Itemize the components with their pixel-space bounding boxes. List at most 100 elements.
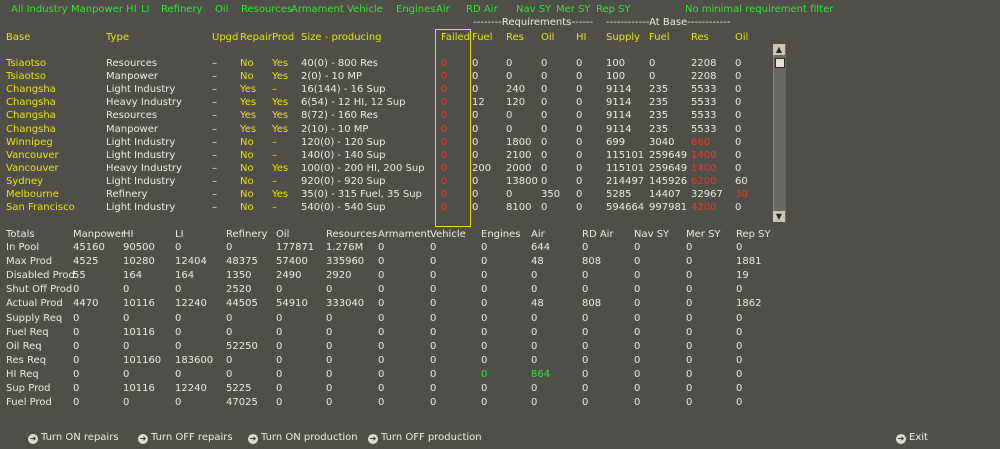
table-cell: No bbox=[240, 175, 254, 187]
column-header-4[interactable]: Prod bbox=[272, 31, 294, 44]
table-cell: 0 bbox=[649, 58, 656, 69]
table-cell: 0 bbox=[506, 110, 513, 122]
column-header-2[interactable]: Upgd bbox=[212, 31, 238, 44]
totals-cell: 0 bbox=[378, 256, 385, 268]
totals-cell: 0 bbox=[326, 326, 333, 338]
column-header-11[interactable]: Supply bbox=[606, 31, 640, 44]
totals-cell: 864 bbox=[531, 368, 551, 380]
table-cell: 8(72) - 160 Res bbox=[301, 110, 378, 122]
totals-header-3: LI bbox=[175, 229, 184, 240]
totals-cell: 0 bbox=[634, 256, 641, 268]
filter-12[interactable]: Mer SY bbox=[556, 3, 591, 16]
totals-cell: 2520 bbox=[226, 284, 252, 296]
table-cell: 0 bbox=[735, 97, 742, 109]
at-base-group-header: ------------At Base------------ bbox=[606, 17, 731, 28]
filter-11[interactable]: Nav SY bbox=[516, 3, 551, 16]
column-header-3[interactable]: Repair bbox=[240, 31, 272, 44]
column-header-7[interactable]: Fuel bbox=[472, 31, 492, 44]
totals-cell: 0 bbox=[378, 298, 385, 310]
table-cell: 200 bbox=[472, 162, 492, 174]
totals-cell: 0 bbox=[736, 354, 743, 366]
column-header-12[interactable]: Fuel bbox=[649, 31, 669, 44]
totals-cell: 0 bbox=[686, 284, 693, 296]
totals-header-8: Vehicle bbox=[430, 229, 466, 240]
table-cell: – bbox=[212, 202, 217, 214]
totals-cell: 0 bbox=[481, 256, 488, 268]
filter-0[interactable]: All Industry bbox=[11, 3, 68, 16]
filter-9[interactable]: Air bbox=[436, 3, 450, 16]
filter-10[interactable]: RD Air bbox=[466, 3, 498, 16]
totals-cell: 0 bbox=[634, 298, 641, 310]
totals-header-2: HI bbox=[123, 229, 134, 240]
table-cell: 9114 bbox=[606, 97, 632, 109]
turn-on-repairs-button[interactable]: ➜ Turn ON repairs bbox=[28, 431, 119, 444]
totals-cell: 0 bbox=[378, 354, 385, 366]
table-cell: 259649 bbox=[649, 162, 688, 174]
turn-on-production-button[interactable]: ➜ Turn ON production bbox=[248, 431, 358, 444]
arrow-icon: ➜ bbox=[138, 434, 148, 444]
column-header-0[interactable]: Base bbox=[6, 31, 30, 44]
filter-4[interactable]: Oil bbox=[215, 3, 228, 16]
column-header-10[interactable]: HI bbox=[576, 31, 586, 44]
table-cell: 0 bbox=[576, 84, 583, 96]
button-label: Turn OFF production bbox=[381, 432, 482, 443]
totals-header-0: Totals bbox=[6, 229, 35, 240]
table-cell: 0 bbox=[576, 149, 583, 161]
totals-cell: 0 bbox=[531, 397, 538, 409]
totals-cell: 0 bbox=[582, 397, 589, 409]
base-name: Changsha bbox=[6, 123, 56, 135]
totals-cell: 0 bbox=[634, 397, 641, 409]
totals-header-6: Resources bbox=[326, 229, 378, 240]
filter-2[interactable]: LI bbox=[141, 3, 150, 16]
scrollbar-track[interactable] bbox=[773, 44, 786, 222]
table-cell: No bbox=[240, 162, 254, 174]
base-name: San Francisco bbox=[6, 202, 75, 214]
filter-13[interactable]: Rep SY bbox=[596, 3, 631, 16]
filter-1[interactable]: Manpower HI bbox=[71, 3, 137, 16]
scroll-down-arrow-icon[interactable]: ▼ bbox=[773, 211, 785, 222]
column-header-1[interactable]: Type bbox=[106, 31, 129, 44]
turn-off-production-button[interactable]: ➜ Turn OFF production bbox=[368, 431, 482, 444]
table-cell: Manpower bbox=[106, 71, 159, 83]
totals-cell: 0 bbox=[326, 284, 333, 296]
totals-cell: 0 bbox=[276, 312, 283, 324]
table-cell: 0 bbox=[576, 136, 583, 148]
table-cell: 120(0) - 120 Sup bbox=[301, 136, 386, 148]
totals-cell: 0 bbox=[686, 242, 693, 253]
table-cell: 35(0) - 315 Fuel, 35 Sup bbox=[301, 189, 422, 200]
totals-cell: 0 bbox=[481, 326, 488, 338]
table-cell: 660 bbox=[691, 136, 711, 148]
scrollbar-thumb[interactable] bbox=[775, 58, 785, 68]
column-header-14[interactable]: Oil bbox=[735, 31, 748, 44]
filter-5[interactable]: Resources bbox=[241, 3, 292, 16]
totals-cell: 0 bbox=[175, 284, 182, 296]
base-name: Vancouver bbox=[6, 162, 59, 174]
table-cell: 0 bbox=[576, 175, 583, 187]
totals-row-label: Oil Req bbox=[6, 340, 42, 352]
table-cell: 0 bbox=[506, 123, 513, 135]
table-cell: 240 bbox=[506, 84, 526, 96]
filter-7[interactable]: Vehicle bbox=[347, 3, 383, 16]
filter-14[interactable]: No minimal requirement filter bbox=[685, 3, 833, 16]
exit-button[interactable]: ➜ Exit bbox=[896, 431, 928, 444]
totals-row-label: Shut Off Prod bbox=[6, 284, 73, 296]
column-header-9[interactable]: Oil bbox=[541, 31, 554, 44]
scroll-up-arrow-icon[interactable]: ▲ bbox=[773, 44, 785, 55]
table-cell: Light Industry bbox=[106, 202, 176, 214]
column-header-5[interactable]: Size - producing bbox=[301, 31, 382, 44]
table-cell: 235 bbox=[649, 110, 669, 122]
totals-cell: 0 bbox=[481, 383, 488, 394]
filter-6[interactable]: Armament bbox=[291, 3, 344, 16]
table-cell: 0 bbox=[541, 123, 548, 135]
column-header-8[interactable]: Res bbox=[506, 31, 524, 44]
totals-cell: 0 bbox=[326, 383, 333, 394]
table-cell: 0 bbox=[541, 136, 548, 148]
table-cell: Yes bbox=[240, 123, 257, 135]
totals-header-1: Manpower bbox=[73, 229, 126, 240]
table-cell: 0 bbox=[735, 71, 742, 83]
column-header-13[interactable]: Res bbox=[691, 31, 709, 44]
turn-off-repairs-button[interactable]: ➜ Turn OFF repairs bbox=[138, 431, 233, 444]
filter-3[interactable]: Refinery bbox=[161, 3, 202, 16]
totals-cell: 0 bbox=[276, 354, 283, 366]
filter-8[interactable]: Engines bbox=[396, 3, 435, 16]
